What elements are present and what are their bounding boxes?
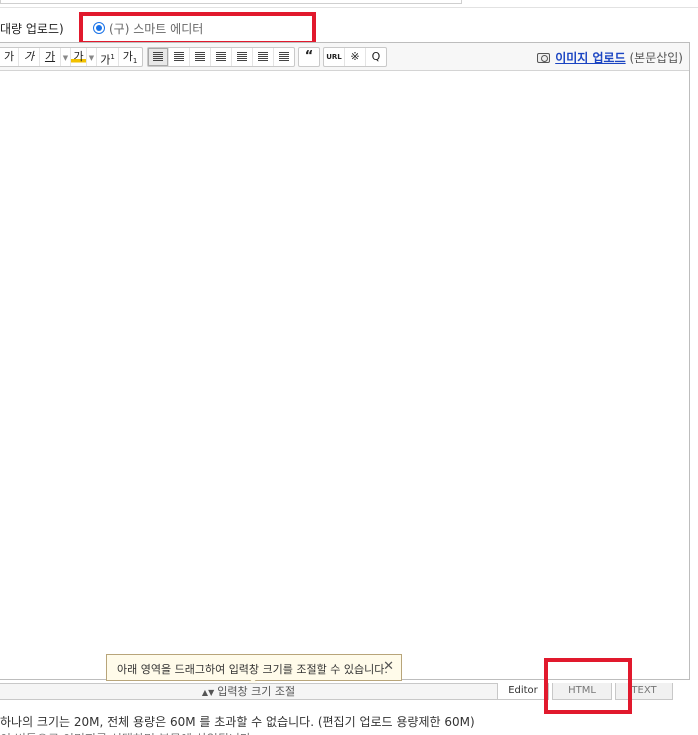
highlight-button[interactable]: 가 bbox=[71, 48, 87, 66]
bold-button[interactable]: 가 bbox=[0, 48, 19, 66]
chevron-down-icon: ▼ bbox=[62, 54, 69, 62]
upload-size-note: 하나의 크기는 20M, 전체 용량은 60M 를 초과할 수 없습니다. (편… bbox=[0, 715, 475, 729]
search-icon: Q bbox=[371, 50, 381, 63]
special-char-button[interactable]: ※ bbox=[345, 48, 366, 66]
chevron-down-icon: ▼ bbox=[88, 54, 95, 62]
bulk-upload-label: 대량 업로드) bbox=[0, 22, 64, 36]
align-right-button[interactable] bbox=[190, 48, 211, 66]
close-icon[interactable]: ✕ bbox=[383, 659, 394, 675]
editor-toolbar: 가 가 가 ▼ 가 ▼ 가1 가1 “ URL ※ Q 이미지 업로드 (본문삽입) bbox=[0, 43, 689, 71]
find-button[interactable]: Q bbox=[366, 48, 386, 66]
align-left-button[interactable] bbox=[148, 48, 169, 66]
align-center-icon bbox=[174, 52, 184, 61]
highlight-box-smart-editor bbox=[79, 12, 316, 45]
resize-handle-label: 입력창 크기 조절 bbox=[217, 685, 296, 698]
indent-button[interactable] bbox=[253, 48, 274, 66]
indent-icon bbox=[258, 52, 268, 61]
tab-editor[interactable]: Editor bbox=[497, 683, 549, 700]
resize-tooltip: 아래 영역을 드래그하여 입력창 크기를 조절할 수 있습니다. ✕ bbox=[106, 654, 402, 690]
rich-text-editor: 가 가 가 ▼ 가 ▼ 가1 가1 “ URL ※ Q 이미지 업로드 (본문삽입) bbox=[0, 42, 690, 680]
image-upload-sublabel: (본문삽입) bbox=[629, 51, 683, 65]
insert-group: URL ※ Q bbox=[323, 47, 387, 67]
url-button[interactable]: URL bbox=[324, 48, 345, 66]
resize-handle[interactable]: ▲▼ 입력창 크기 조절 bbox=[0, 683, 499, 700]
line-height-icon bbox=[279, 52, 289, 61]
resize-tooltip-text: 아래 영역을 드래그하여 입력창 크기를 조절할 수 있습니다. bbox=[117, 663, 388, 676]
image-upload-link[interactable]: 이미지 업로드 bbox=[555, 51, 625, 65]
editor-content-area[interactable] bbox=[0, 72, 689, 679]
camera-icon bbox=[537, 53, 551, 63]
align-left-icon bbox=[153, 52, 163, 61]
highlight-box-html-tab bbox=[544, 658, 632, 714]
title-input-edge[interactable] bbox=[0, 0, 462, 4]
subscript-button[interactable]: 가1 bbox=[119, 48, 141, 66]
highlight-dropdown[interactable]: ▼ bbox=[87, 48, 97, 66]
underline-button[interactable]: 가 bbox=[40, 48, 61, 66]
quote-button[interactable]: “ bbox=[299, 48, 319, 66]
font-style-group: 가 가 가 ▼ 가 ▼ 가1 가1 bbox=[0, 47, 143, 67]
image-upload-control: 이미지 업로드 (본문삽입) bbox=[537, 49, 683, 66]
outdent-button[interactable] bbox=[232, 48, 253, 66]
line-height-button[interactable] bbox=[274, 48, 294, 66]
superscript-button[interactable]: 가1 bbox=[97, 48, 119, 67]
align-center-button[interactable] bbox=[169, 48, 190, 66]
up-down-arrow-icon: ▲▼ bbox=[201, 688, 215, 697]
align-right-icon bbox=[195, 52, 205, 61]
italic-button[interactable]: 가 bbox=[19, 48, 40, 66]
font-color-dropdown[interactable]: ▼ bbox=[61, 48, 71, 66]
top-strip bbox=[0, 0, 698, 8]
align-justify-button[interactable] bbox=[211, 48, 232, 66]
alignment-group bbox=[147, 47, 295, 67]
outdent-icon bbox=[237, 52, 247, 61]
quote-group: “ bbox=[298, 47, 320, 67]
upload-help-note: 이 버튼으로 이미지를 선택하면 본문에 삽입됩니다. bbox=[0, 730, 255, 735]
align-justify-icon bbox=[216, 52, 226, 61]
divider bbox=[0, 7, 698, 8]
